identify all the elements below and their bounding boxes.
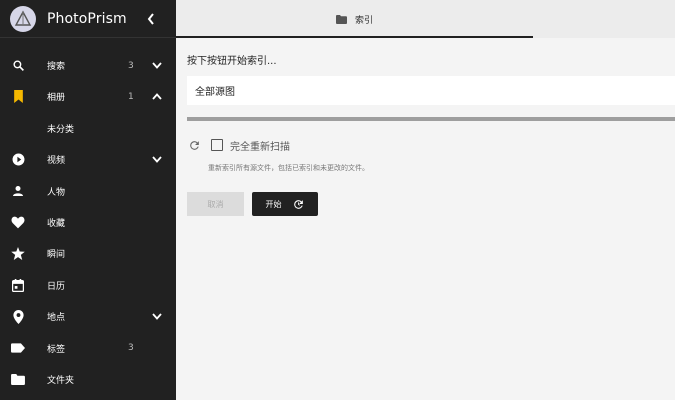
- label-icon: [11, 341, 25, 355]
- sidebar-item-label: 文件夹: [47, 376, 75, 386]
- star-icon: [11, 247, 25, 261]
- collapse-sidebar-button[interactable]: [144, 11, 158, 27]
- tab-bar: 索引: [176, 0, 675, 38]
- sync-icon: [292, 198, 305, 211]
- chevron-down-icon[interactable]: [152, 61, 162, 71]
- full-rescan-checkbox[interactable]: [211, 139, 223, 151]
- rescan-hint: 重新索引所有源文件，包括已索引和未更改的文件。: [208, 164, 369, 172]
- sidebar-item-people[interactable]: 人物: [0, 176, 176, 207]
- chevron-up-icon[interactable]: [152, 92, 162, 102]
- sidebar-item-count: 3: [128, 60, 134, 71]
- sidebar-item-search[interactable]: 搜索 3: [0, 50, 176, 81]
- rescan-row: 完全重新扫描: [187, 138, 290, 153]
- index-panel: 按下按钮开始索引... 全部源图 完全重新扫描 重新索引所有源文件，包括已索引和…: [176, 38, 675, 400]
- sidebar-item-moments[interactable]: 瞬间: [0, 238, 176, 269]
- source-select[interactable]: 全部源图: [187, 76, 675, 105]
- tab-index[interactable]: 索引: [176, 0, 533, 38]
- place-icon: [11, 309, 25, 324]
- chevron-down-icon[interactable]: [152, 155, 162, 165]
- sidebar-item-albums[interactable]: 相册 1: [0, 81, 176, 112]
- start-button[interactable]: 开始: [252, 192, 318, 216]
- refresh-icon: [187, 138, 201, 152]
- sidebar: PhotoPrism 搜索 3 相册 1 未分类视频人物收藏瞬间日历地点标签 3 文件夹: [0, 0, 176, 400]
- sidebar-item-count: 1: [128, 91, 134, 102]
- sidebar-item-label: 瞬间: [47, 250, 66, 261]
- cancel-button[interactable]: 取消: [187, 192, 244, 216]
- sidebar-item-label: 标签: [47, 344, 66, 355]
- sidebar-item-label: 日历: [47, 281, 66, 292]
- index-progress-fill: [187, 117, 675, 121]
- app-name: PhotoPrism: [47, 10, 127, 27]
- sidebar-item-label: 视频: [47, 156, 66, 167]
- sidebar-item-favorites[interactable]: 收藏: [0, 207, 176, 238]
- play-icon: [11, 153, 25, 167]
- heart-icon: [11, 216, 25, 230]
- sidebar-item-label: 收藏: [47, 219, 66, 229]
- sidebar-item-places[interactable]: 地点: [0, 301, 176, 332]
- search-icon: [11, 59, 25, 73]
- sidebar-item-label: 人物: [47, 187, 66, 198]
- full-rescan-label[interactable]: 完全重新扫描: [230, 138, 290, 153]
- start-button-label: 开始: [265, 199, 282, 209]
- sidebar-item-calendar[interactable]: 日历: [0, 270, 176, 301]
- sidebar-item-count: 3: [128, 343, 134, 354]
- sidebar-item-unsorted[interactable]: 未分类: [0, 113, 176, 144]
- sidebar-item-folders[interactable]: 文件夹: [0, 364, 176, 395]
- folder-icon: [335, 14, 347, 24]
- index-progress-bar: [187, 117, 675, 121]
- chevron-down-icon[interactable]: [152, 312, 162, 322]
- calendar-icon: [11, 278, 25, 292]
- index-prompt: 按下按钮开始索引...: [187, 56, 277, 67]
- sidebar-item-labels[interactable]: 标签 3: [0, 333, 176, 364]
- sidebar-item-label: 地点: [47, 313, 66, 324]
- folder-icon: [11, 373, 25, 387]
- tab-index-label: 索引: [354, 15, 373, 26]
- chevron-left-icon: [147, 13, 154, 25]
- sidebar-item-label: 未分类: [47, 124, 75, 135]
- bookmark-icon: [11, 90, 25, 104]
- sidebar-item-videos[interactable]: 视频: [0, 144, 176, 175]
- sidebar-item-label: 搜索: [47, 62, 66, 72]
- person-icon: [11, 184, 25, 198]
- photoprism-logo-icon: [10, 5, 36, 32]
- sidebar-item-label: 相册: [47, 93, 66, 104]
